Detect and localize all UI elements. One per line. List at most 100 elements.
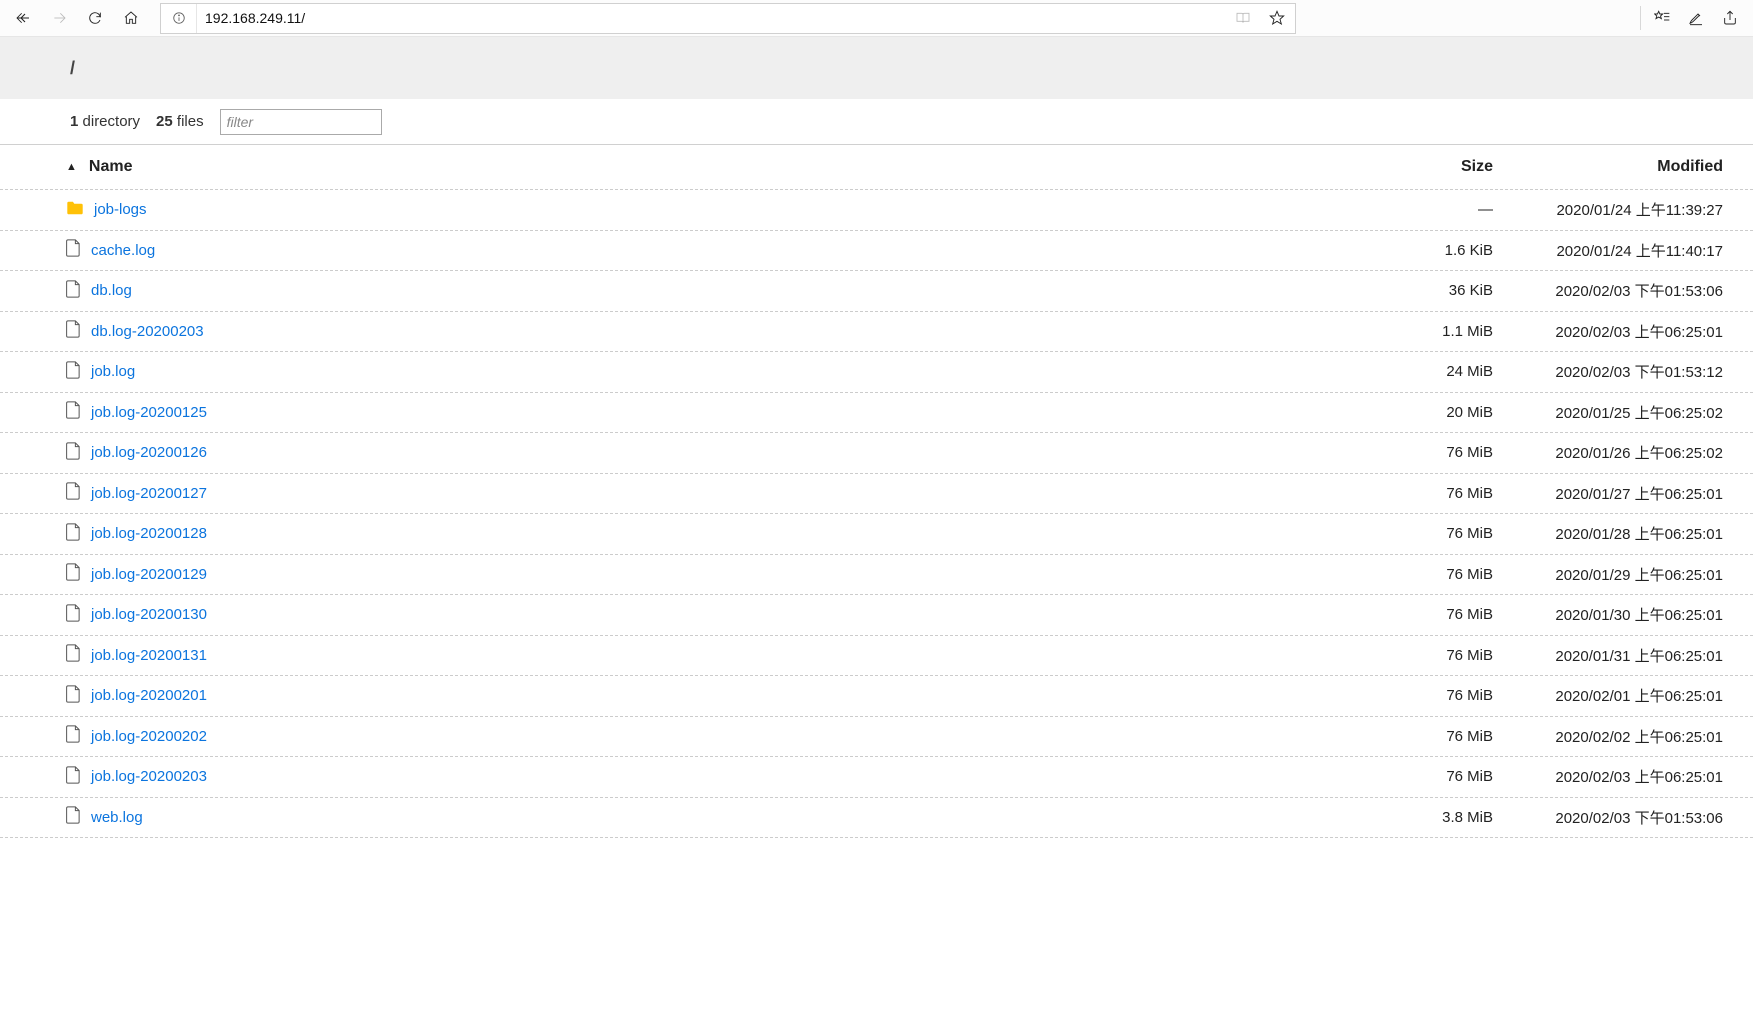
file-icon <box>66 401 81 423</box>
file-link[interactable]: web.log <box>91 809 143 826</box>
breadcrumb: / <box>0 37 1753 99</box>
modified-cell: 2020/01/26 上午06:25:02 <box>1493 442 1723 463</box>
back-button[interactable] <box>6 2 40 34</box>
refresh-icon <box>87 10 103 26</box>
browser-toolbar: 192.168.249.11/ <box>0 0 1753 37</box>
share-icon <box>1722 10 1738 26</box>
modified-cell: 2020/02/03 下午01:53:06 <box>1493 280 1723 301</box>
size-cell: 76 MiB <box>1363 728 1493 745</box>
size-cell: 24 MiB <box>1363 363 1493 380</box>
modified-cell: 2020/02/03 上午06:25:01 <box>1493 321 1723 342</box>
file-link[interactable]: job.log-20200203 <box>91 768 207 785</box>
name-header[interactable]: ▲ Name <box>66 158 1363 176</box>
modified-header[interactable]: Modified <box>1493 158 1723 176</box>
table-row: job.log-20200127 76 MiB2020/01/27 上午06:25… <box>0 474 1753 515</box>
size-header[interactable]: Size <box>1363 158 1493 176</box>
file-link[interactable]: job.log-20200131 <box>91 647 207 664</box>
reading-icon <box>1235 10 1251 26</box>
file-link[interactable]: cache.log <box>91 242 155 259</box>
folder-icon <box>66 201 84 219</box>
refresh-button[interactable] <box>78 2 112 34</box>
forward-button[interactable] <box>42 2 76 34</box>
size-cell: 76 MiB <box>1363 525 1493 542</box>
modified-cell: 2020/01/29 上午06:25:01 <box>1493 564 1723 585</box>
file-icon <box>66 806 81 828</box>
size-cell: 36 KiB <box>1363 282 1493 299</box>
file-link[interactable]: job.log-20200126 <box>91 444 207 461</box>
table-row: job.log-20200125 20 MiB2020/01/25 上午06:25… <box>0 393 1753 434</box>
filter-input[interactable] <box>220 109 382 135</box>
table-row: job.log-2020020376 MiB2020/02/03 上午06:25… <box>0 757 1753 798</box>
toolbar-right <box>1636 2 1747 34</box>
table-row: job.log-20200128 76 MiB2020/01/28 上午06:25… <box>0 514 1753 555</box>
star-icon <box>1269 10 1285 26</box>
table-row: job.log24 MiB2020/02/03 下午01:53:12 <box>0 352 1753 393</box>
size-cell: 3.8 MiB <box>1363 809 1493 826</box>
address-bar[interactable]: 192.168.249.11/ <box>160 3 1296 34</box>
file-link[interactable]: job.log-20200130 <box>91 606 207 623</box>
file-icon <box>66 482 81 504</box>
size-cell: 76 MiB <box>1363 606 1493 623</box>
favorite-button[interactable] <box>1259 2 1295 34</box>
modified-cell: 2020/01/25 上午06:25:02 <box>1493 402 1723 423</box>
table-row: db.log 36 KiB2020/02/03 下午01:53:06 <box>0 271 1753 312</box>
share-button[interactable] <box>1713 2 1747 34</box>
arrow-right-icon <box>51 10 67 26</box>
site-info-button[interactable] <box>161 4 197 33</box>
file-icon <box>66 442 81 464</box>
file-link[interactable]: job.log-20200129 <box>91 566 207 583</box>
modified-cell: 2020/01/30 上午06:25:01 <box>1493 604 1723 625</box>
modified-cell: 2020/01/28 上午06:25:01 <box>1493 523 1723 544</box>
file-listing: ▲ Name Size Modified job-logs—2020/01/24… <box>0 145 1753 838</box>
file-link[interactable]: job.log <box>91 363 135 380</box>
size-cell: 1.1 MiB <box>1363 323 1493 340</box>
file-icon <box>66 644 81 666</box>
favorites-list-button[interactable] <box>1645 2 1679 34</box>
table-row: job.log-2020012976 MiB2020/01/29 上午06:25… <box>0 555 1753 596</box>
table-row: job.log-20200202 76 MiB2020/02/02 上午06:25… <box>0 717 1753 758</box>
dir-count-num: 1 <box>70 113 78 130</box>
modified-cell: 2020/01/31 上午06:25:01 <box>1493 645 1723 666</box>
file-link[interactable]: job.log-20200128 <box>91 525 207 542</box>
file-link[interactable]: job.log-20200125 <box>91 404 207 421</box>
table-row: job.log-2020012676 MiB2020/01/26 上午06:25… <box>0 433 1753 474</box>
size-cell: — <box>1363 201 1493 218</box>
file-link[interactable]: job.log-20200201 <box>91 687 207 704</box>
table-row: db.log-20200203 1.1 MiB2020/02/03 上午06:25… <box>0 312 1753 353</box>
size-cell: 76 MiB <box>1363 647 1493 664</box>
file-icon <box>66 563 81 585</box>
file-icon <box>66 685 81 707</box>
file-icon <box>66 361 81 383</box>
url-text[interactable]: 192.168.249.11/ <box>197 10 1227 26</box>
sort-asc-icon: ▲ <box>66 161 77 173</box>
home-icon <box>123 10 139 26</box>
breadcrumb-path: / <box>70 58 75 79</box>
arrow-left-icon <box>15 10 31 26</box>
file-link[interactable]: db.log <box>91 282 132 299</box>
dir-count-label: directory <box>83 113 141 130</box>
notes-button[interactable] <box>1679 2 1713 34</box>
file-icon <box>66 766 81 788</box>
name-header-label: Name <box>89 158 133 176</box>
modified-cell: 2020/01/27 上午06:25:01 <box>1493 483 1723 504</box>
file-count-num: 25 <box>156 113 173 130</box>
stats-bar: 1 directory 25 files <box>0 99 1753 145</box>
modified-cell: 2020/02/01 上午06:25:01 <box>1493 685 1723 706</box>
file-icon <box>66 523 81 545</box>
file-icon <box>66 320 81 342</box>
file-link[interactable]: job.log-20200202 <box>91 728 207 745</box>
size-cell: 76 MiB <box>1363 485 1493 502</box>
table-row: job.log-20200130 76 MiB2020/01/30 上午06:25… <box>0 595 1753 636</box>
file-link[interactable]: job.log-20200127 <box>91 485 207 502</box>
nav-group <box>6 2 148 34</box>
file-icon <box>66 280 81 302</box>
size-cell: 76 MiB <box>1363 768 1493 785</box>
table-row: job-logs—2020/01/24 上午11:39:27 <box>0 190 1753 231</box>
file-link[interactable]: db.log-20200203 <box>91 323 204 340</box>
size-cell: 20 MiB <box>1363 404 1493 421</box>
home-button[interactable] <box>114 2 148 34</box>
folder-link[interactable]: job-logs <box>94 201 147 218</box>
modified-cell: 2020/02/02 上午06:25:01 <box>1493 726 1723 747</box>
reading-view-button[interactable] <box>1227 2 1259 34</box>
star-list-icon <box>1654 10 1670 26</box>
